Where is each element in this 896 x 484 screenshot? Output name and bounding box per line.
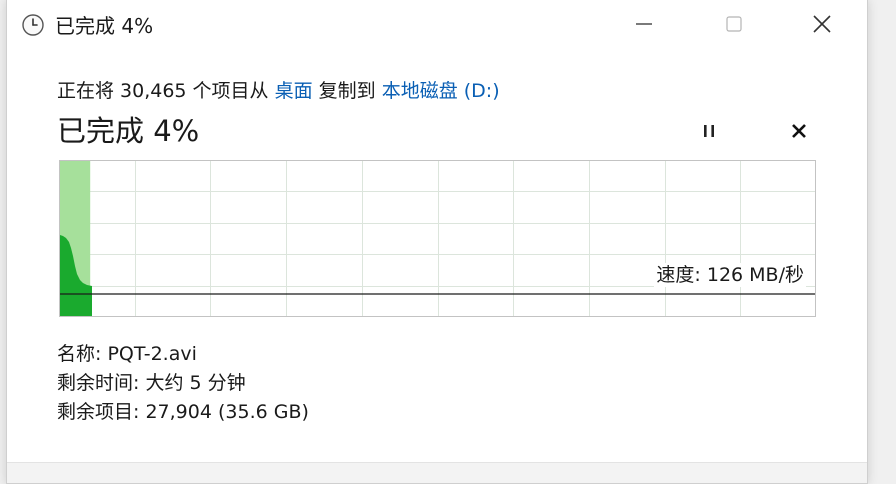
name-row: 名称: PQT-2.avi (57, 340, 309, 369)
pause-icon (700, 122, 718, 144)
copy-progress-window: 已完成 4% 正在将 30,465 个项目从 桌面 复制到 本地磁盘 (D:) (6, 0, 868, 484)
copy-details: 名称: PQT-2.avi 剩余时间: 大约 5 分钟 剩余项目: 27,904… (57, 340, 309, 427)
items-remaining-value: 27,904 (35.6 GB) (145, 401, 309, 423)
maximize-button[interactable] (689, 0, 779, 52)
window-title: 已完成 4% (55, 14, 154, 38)
pause-button[interactable] (692, 118, 726, 148)
minimize-button[interactable] (599, 0, 689, 52)
maximize-icon (724, 14, 744, 38)
close-button[interactable] (777, 0, 867, 52)
file-name: PQT-2.avi (107, 343, 197, 365)
dialog-footer (7, 463, 867, 483)
items-remaining-label: 剩余项目: (57, 401, 146, 423)
time-remaining-value: 大约 5 分钟 (145, 372, 246, 394)
speed-graph-canvas (59, 160, 816, 317)
copy-description: 正在将 30,465 个项目从 桌面 复制到 本地磁盘 (D:) (57, 78, 500, 104)
time-remaining-row: 剩余时间: 大约 5 分钟 (57, 369, 309, 398)
speed-label: 速度: 126 MB/秒 (654, 263, 806, 287)
progress-status-title: 已完成 4% (57, 114, 200, 148)
copy-prefix: 正在将 30,465 个项目从 (57, 80, 275, 102)
minimize-icon (634, 14, 654, 38)
time-remaining-label: 剩余时间: (57, 372, 146, 394)
destination-link[interactable]: 本地磁盘 (D:) (382, 80, 500, 102)
source-link[interactable]: 桌面 (275, 80, 313, 102)
cancel-button[interactable] (782, 118, 816, 148)
speed-graph: 速度: 126 MB/秒 (59, 160, 816, 317)
copy-middle: 复制到 (312, 80, 382, 102)
name-label: 名称: (57, 343, 108, 365)
title-bar[interactable]: 已完成 4% (7, 0, 867, 52)
graph-background (59, 160, 816, 317)
cancel-icon (790, 122, 808, 144)
items-remaining-row: 剩余项目: 27,904 (35.6 GB) (57, 398, 309, 427)
close-icon (811, 13, 833, 39)
clock-icon (21, 13, 45, 37)
dialog-content: 正在将 30,465 个项目从 桌面 复制到 本地磁盘 (D:) 已完成 4% (7, 52, 867, 483)
